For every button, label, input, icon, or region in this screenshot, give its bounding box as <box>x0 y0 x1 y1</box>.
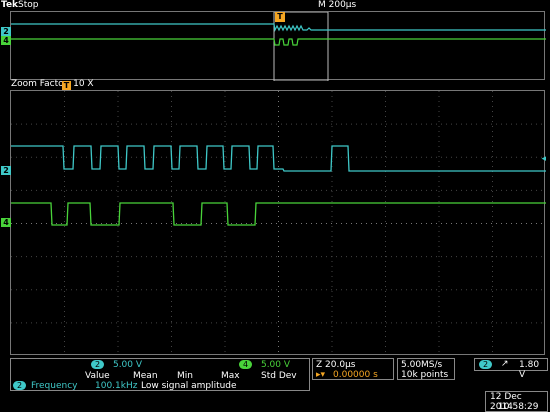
zoom-waveform-window[interactable]: 2 4 ◂ <box>1 90 546 356</box>
trigger-position-marker[interactable]: T <box>275 12 285 22</box>
ch4-zoom-marker[interactable]: 4 <box>1 218 11 227</box>
status-bar: Tek Stop M 200µs <box>0 0 550 11</box>
record-length: 10k points <box>401 370 449 380</box>
trigger-readout[interactable]: 2 ↗ 1.80 V <box>474 358 548 380</box>
time: 10:58:29 <box>498 402 539 412</box>
ch2-overview-trace <box>11 23 546 32</box>
timebase-readout: M 200µs <box>318 0 357 10</box>
ch4-scale: 5.00 V <box>260 360 291 370</box>
acquisition-readout[interactable]: 5.00MS/s 10k points <box>397 358 455 380</box>
delay-icon: ▸▾ <box>316 370 326 380</box>
trigger-level: 1.80 V <box>519 360 540 380</box>
measurement-name: Frequency <box>30 381 78 391</box>
zoom-scale-readout: Z 20.0µs <box>316 360 356 370</box>
ch4-overview-marker[interactable]: 4 <box>1 36 11 45</box>
zoom-graticule <box>11 91 546 356</box>
measurement-header-value: Value <box>85 371 110 381</box>
measurement-header-max: Max <box>221 371 240 381</box>
run-state: Stop <box>18 0 39 10</box>
ch4-overview-trace <box>11 38 546 46</box>
measurement-panel[interactable]: 2 5.00 V 4 5.00 V Value Mean Min Max Std… <box>10 358 310 391</box>
zoom-factor-label: Zoom Factor: 10 X <box>11 79 94 89</box>
ch2-overview-marker[interactable]: 2 <box>1 27 11 36</box>
zoom-label-bar: Zoom Factor: 10 X T <box>0 79 550 90</box>
measurement-warning: Low signal amplitude <box>141 381 237 391</box>
ch4-badge: 4 <box>239 360 253 369</box>
ch2-trigger-level-arrow-icon: ◂ <box>541 154 546 164</box>
datetime-readout: 12 Dec 2014 10:58:29 <box>485 391 548 412</box>
sample-rate: 5.00MS/s <box>401 360 443 370</box>
ch2-badge: 2 <box>91 360 105 369</box>
ch2-scale: 5.00 V <box>112 360 143 370</box>
ch4-scale-readout[interactable]: 4 5.00 V <box>239 360 290 370</box>
measurement-header-min: Min <box>177 371 193 381</box>
rising-edge-icon: ↗ <box>501 359 509 369</box>
measurement-header-stddev: Std Dev <box>261 371 297 381</box>
zoom-region-box <box>273 12 329 81</box>
zoom-trigger-marker[interactable]: T <box>62 81 71 90</box>
measurement-value: 100.1kHz <box>95 381 138 391</box>
horizontal-readout[interactable]: Z 20.0µs ▸▾ 0.00000 s <box>312 358 394 380</box>
ch2-zoom-trace <box>11 145 546 172</box>
ch2-zoom-marker[interactable]: 2 <box>1 166 11 175</box>
measurement-row-frequency[interactable]: 2 Frequency <box>13 381 77 391</box>
overview-waveform-window[interactable]: 2 4 T <box>1 11 546 81</box>
delay-readout: 0.00000 s <box>333 370 378 380</box>
measurement-source-badge: 2 <box>13 381 27 390</box>
ch2-scale-readout[interactable]: 2 5.00 V <box>91 360 142 370</box>
trigger-source-badge: 2 <box>479 360 493 369</box>
measurement-header-mean: Mean <box>133 371 158 381</box>
overview-waveform-plot <box>11 12 546 81</box>
brand-logo: Tek <box>1 0 19 10</box>
